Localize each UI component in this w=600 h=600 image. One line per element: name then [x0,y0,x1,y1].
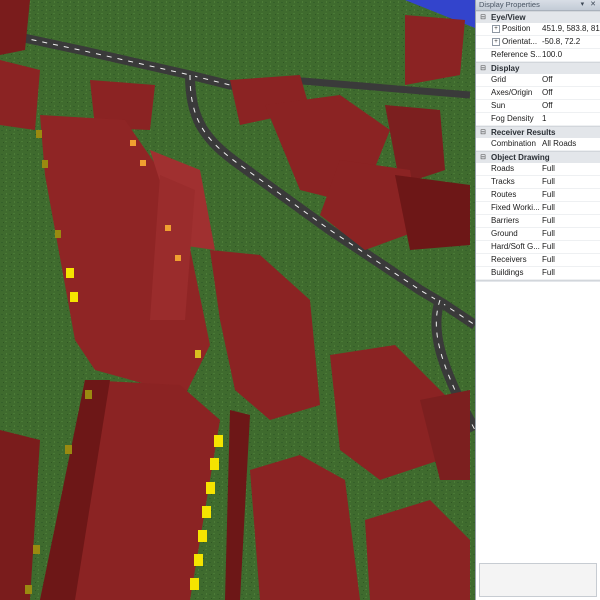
display-properties-panel: Display Properties ▾ ✕ ⊟ Eye/View + Positio… [475,0,600,600]
receiver-marker [85,390,92,399]
property-value[interactable]: 451.9, 583.8, 81.4 [542,23,600,35]
collapse-icon[interactable]: ⊟ [479,12,487,23]
collapse-icon[interactable]: ⊟ [479,127,487,138]
property-name: Roads [491,164,515,173]
expand-icon[interactable]: + [492,38,500,46]
property-name: Tracks [491,177,515,186]
property-value[interactable]: 100.0 [542,49,600,61]
receiver-marker [175,255,181,261]
category-header[interactable]: ⊟ Receiver Results [476,126,600,138]
panel-titlebar[interactable]: Display Properties ▾ ✕ [476,0,600,11]
property-name: Hard/Soft G... [491,242,540,251]
property-name: Receivers [491,255,527,264]
property-name: Barriers [491,216,520,225]
receiver-marker [206,482,215,494]
property-row[interactable]: Ground Full [476,228,600,241]
category-label: Display [491,64,520,73]
property-name: Sun [491,101,506,110]
building [405,15,465,85]
receiver-marker [36,130,42,138]
property-row[interactable]: Grid Off [476,74,600,87]
property-row[interactable]: Fixed Worki... Full [476,202,600,215]
property-name: Fixed Worki... [491,203,540,212]
receiver-marker [55,230,61,238]
category-header[interactable]: ⊟ Object Drawing [476,151,600,163]
property-value[interactable]: Full [542,202,600,214]
property-name: Axes/Origin [491,88,533,97]
receiver-marker [33,545,40,554]
property-value[interactable]: Off [542,74,600,86]
property-row[interactable]: + Orientat... -50.8, 72.2 [476,36,600,49]
property-value[interactable]: Full [542,241,600,253]
category-label: Object Drawing [491,153,550,162]
property-name: Reference S... [491,50,541,59]
property-value[interactable]: Off [542,100,600,112]
category-header[interactable]: ⊟ Display [476,62,600,74]
property-value[interactable]: Full [542,267,600,279]
receiver-marker [202,506,211,518]
receiver-marker [66,268,74,278]
property-row[interactable]: Barriers Full [476,215,600,228]
property-name: Position [502,24,531,33]
property-grid: ⊟Eye/View+Position451.9, 583.8, 81.4+Ori… [476,11,600,305]
scene-canvas[interactable] [0,0,475,600]
property-name: Orientat... [502,37,538,46]
receiver-marker [214,435,223,447]
category-label: Eye/View [491,13,526,22]
3d-viewport[interactable] [0,0,475,600]
property-value[interactable]: All Roads [542,138,600,150]
property-value[interactable]: Full [542,163,600,175]
property-value[interactable]: Full [542,228,600,240]
property-name: Buildings [491,268,524,277]
property-row[interactable]: Sun Off [476,100,600,113]
property-row[interactable]: Reference S... 100.0 [476,49,600,62]
property-row[interactable]: Fog Density 1 [476,113,600,126]
receiver-marker [65,445,72,454]
property-name: Fog Density [491,114,534,123]
property-row[interactable]: Combination All Roads [476,138,600,151]
receiver-marker [194,554,203,566]
collapse-icon[interactable]: ⊟ [479,63,487,74]
property-row[interactable]: Receivers Full [476,254,600,267]
property-name: Ground [491,229,518,238]
receiver-marker [42,160,48,168]
property-row[interactable]: Tracks Full [476,176,600,189]
expand-icon[interactable]: + [492,25,500,33]
property-row[interactable]: +Position 451.9, 583.8, 81.4 [476,23,600,36]
panel-title: Display Properties [479,0,540,9]
property-row[interactable]: Axes/Origin Off [476,87,600,100]
property-value[interactable]: 1 [542,113,600,125]
building [0,60,40,130]
property-row[interactable]: Roads Full [476,163,600,176]
property-description-box [479,563,597,597]
receiver-marker [210,458,219,470]
receiver-marker [25,585,32,594]
receiver-marker [140,160,146,166]
receiver-marker [190,578,199,590]
property-value[interactable]: Off [542,87,600,99]
property-name: Grid [491,75,507,84]
property-row[interactable]: Hard/Soft G... Full [476,241,600,254]
category-label: Receiver Results [491,128,556,137]
property-name: Routes [491,190,517,199]
receiver-marker [130,140,136,146]
property-name: Combination [491,139,536,148]
receiver-marker [70,292,78,302]
receiver-marker [198,530,207,542]
property-row[interactable]: Buildings Full [476,267,600,280]
property-value[interactable]: -50.8, 72.2 [542,36,600,48]
property-grid-empty-area [476,282,600,563]
property-value[interactable]: Full [542,215,600,227]
receiver-marker [195,350,201,358]
property-value[interactable]: Full [542,176,600,188]
collapse-icon[interactable]: ⊟ [479,152,487,163]
category-header[interactable]: ⊟ Eye/View [476,11,600,23]
property-value[interactable]: Full [542,189,600,201]
property-row[interactable]: Routes Full [476,189,600,202]
property-value[interactable]: Full [542,254,600,266]
panel-window-buttons[interactable]: ▾ ✕ [581,0,598,10]
receiver-marker [165,225,171,231]
